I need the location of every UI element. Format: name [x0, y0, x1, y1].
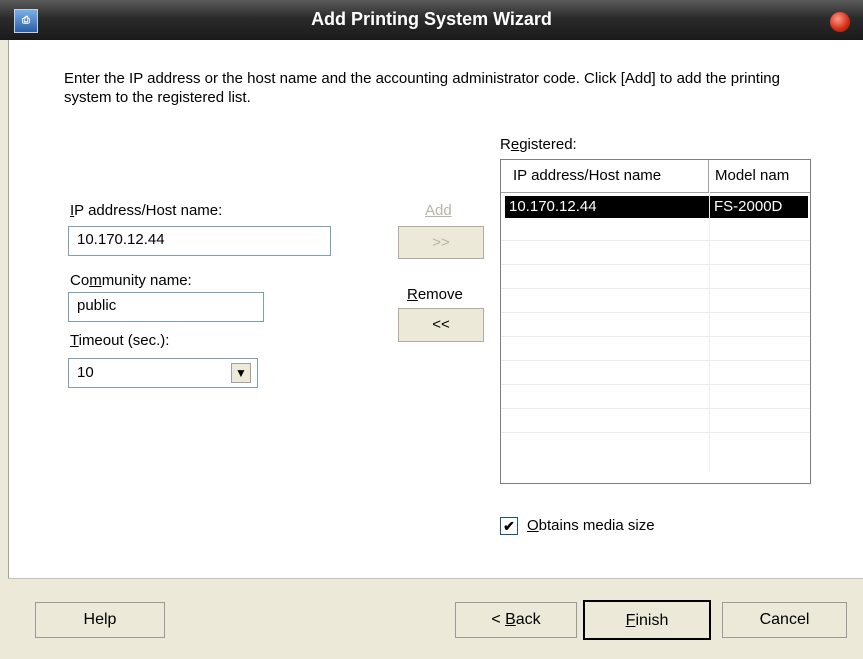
grid-line: [709, 192, 710, 472]
grid-line: [501, 360, 810, 361]
close-icon[interactable]: [830, 12, 850, 32]
timeout-select[interactable]: 10: [68, 358, 258, 388]
grid-line: [501, 408, 810, 409]
back-button[interactable]: < Back: [455, 602, 577, 638]
grid-line: [501, 312, 810, 313]
ip-input[interactable]: 10.170.12.44: [68, 226, 331, 256]
table-row[interactable]: 10.170.12.44 FS-2000D: [505, 196, 808, 218]
grid-line: [501, 288, 810, 289]
title-bar: ⎙ Add Printing System Wizard: [0, 0, 863, 40]
column-header-model-label: Model nam: [715, 167, 790, 184]
help-button[interactable]: Help: [35, 602, 165, 638]
column-header-ip[interactable]: IP address/Host name: [501, 160, 709, 193]
community-input[interactable]: public: [68, 292, 264, 322]
window-title: Add Printing System Wizard: [311, 9, 552, 29]
add-label: Add: [425, 202, 452, 219]
remove-button[interactable]: <<: [398, 308, 484, 342]
instruction-text: Enter the IP address or the host name an…: [64, 70, 780, 106]
timeout-value: 10: [77, 364, 94, 381]
community-label: Community name:: [70, 272, 192, 289]
grid-line: [501, 264, 810, 265]
timeout-label: Timeout (sec.):: [70, 332, 170, 349]
registered-label: Registered:: [500, 136, 577, 153]
obtains-media-label: Obtains media size: [527, 517, 655, 534]
obtains-media-checkbox[interactable]: ✔: [500, 517, 518, 535]
column-header-ip-label: IP address/Host name: [513, 167, 662, 184]
row-ip: 10.170.12.44: [509, 198, 597, 215]
registered-list[interactable]: IP address/Host name Model nam 10.170.12…: [500, 159, 811, 484]
row-model: FS-2000D: [714, 198, 783, 215]
chevron-down-icon[interactable]: ▼: [231, 363, 251, 383]
column-header-model[interactable]: Model nam: [709, 160, 810, 193]
grid-line: [501, 240, 810, 241]
cancel-button[interactable]: Cancel: [722, 602, 847, 638]
ip-label: IP address/Host name:: [70, 202, 223, 219]
remove-label: Remove: [407, 286, 463, 303]
add-button[interactable]: >>: [398, 226, 484, 259]
finish-button[interactable]: Finish: [583, 600, 711, 640]
grid-line: [501, 432, 810, 433]
grid-line: [501, 336, 810, 337]
grid-line: [501, 384, 810, 385]
